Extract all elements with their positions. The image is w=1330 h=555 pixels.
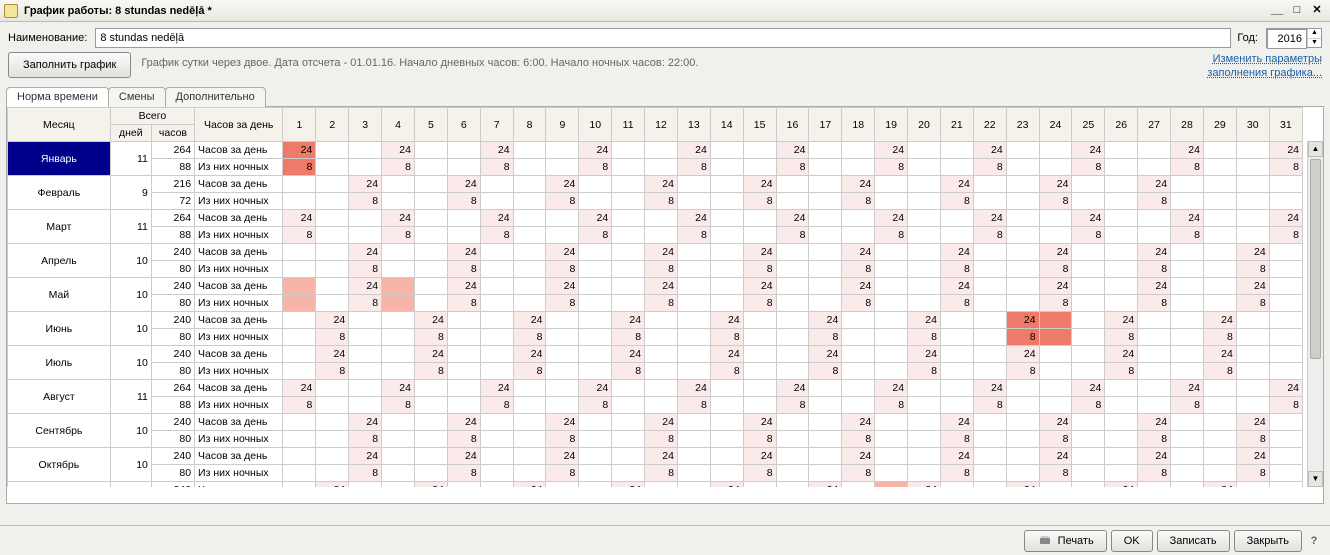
scroll-down-icon[interactable]: ▼	[1308, 471, 1323, 487]
month-cell[interactable]: Февраль	[8, 176, 111, 210]
year-up-icon[interactable]: ▲	[1308, 29, 1321, 39]
vertical-scrollbar[interactable]: ▲ ▼	[1307, 141, 1323, 487]
month-cell[interactable]: Апрель	[8, 244, 111, 278]
help-icon[interactable]: ?	[1306, 535, 1322, 547]
ok-button[interactable]: OK	[1111, 530, 1153, 552]
year-label: Год:	[1237, 32, 1258, 44]
save-button[interactable]: Записать	[1157, 530, 1230, 552]
print-button[interactable]: Печать	[1024, 530, 1107, 552]
schedule-table[interactable]: МесяцВсегоЧасов за день12345678910111213…	[7, 107, 1303, 487]
change-params-link[interactable]: Изменить параметры заполнения графика...	[1207, 52, 1322, 80]
name-label: Наименование:	[8, 32, 87, 44]
fill-schedule-button[interactable]: Заполнить график	[8, 52, 131, 78]
year-input[interactable]	[1267, 29, 1307, 49]
tab-extra[interactable]: Дополнительно	[165, 87, 266, 107]
scroll-thumb[interactable]	[1310, 159, 1321, 359]
minimize-button[interactable]: __	[1268, 3, 1286, 19]
year-down-icon[interactable]: ▼	[1308, 39, 1321, 48]
tabs: Норма времени Смены Дополнительно	[0, 87, 1330, 107]
tab-shifts[interactable]: Смены	[108, 87, 166, 107]
month-cell[interactable]: Октябрь	[8, 448, 111, 482]
close-form-button[interactable]: Закрыть	[1234, 530, 1302, 552]
month-cell[interactable]: Март	[8, 210, 111, 244]
titlebar: График работы: 8 stundas nedēļā * __ □ ✕	[0, 0, 1330, 22]
maximize-button[interactable]: □	[1288, 3, 1306, 19]
month-cell[interactable]: Август	[8, 380, 111, 414]
month-cell[interactable]: Июль	[8, 346, 111, 380]
month-cell[interactable]: Май	[8, 278, 111, 312]
scroll-up-icon[interactable]: ▲	[1308, 141, 1323, 157]
month-cell[interactable]: Январь	[8, 142, 111, 176]
footer: Печать OK Записать Закрыть ?	[0, 525, 1330, 555]
month-cell[interactable]: Ноябрь	[8, 482, 111, 488]
month-cell[interactable]: Июнь	[8, 312, 111, 346]
year-stepper[interactable]: ▲ ▼	[1266, 28, 1322, 48]
app-icon	[4, 4, 18, 18]
month-cell[interactable]: Сентябрь	[8, 414, 111, 448]
name-input[interactable]	[95, 28, 1231, 48]
window-title: График работы: 8 stundas nedēļā *	[24, 5, 212, 17]
schedule-info-text: График сутки через двое. Дата отсчета - …	[141, 52, 698, 70]
tab-norm[interactable]: Норма времени	[6, 87, 109, 107]
printer-icon	[1037, 534, 1053, 548]
close-button[interactable]: ✕	[1308, 3, 1326, 19]
